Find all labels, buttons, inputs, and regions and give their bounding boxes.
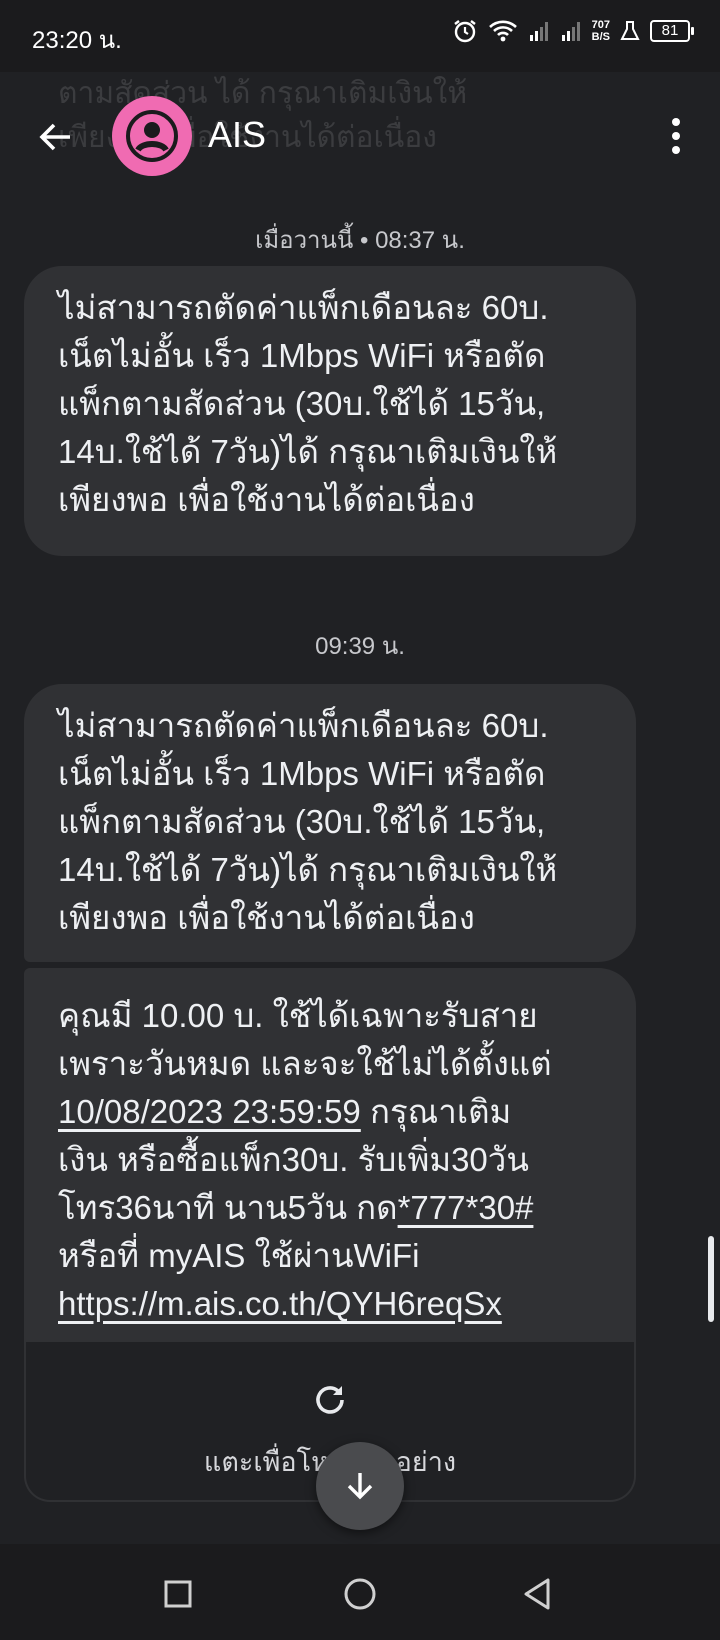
network-speed-value: 707	[591, 19, 610, 31]
timestamp: เมื่อวานนี้ • 08:37 น.	[255, 227, 465, 254]
message-text: โทร36นาที นาน5วัน กด	[58, 1189, 398, 1226]
message-line: เน็ตไม่อั้น เร็ว 1Mbps WiFi หรือตัด	[58, 755, 546, 792]
status-bar: 23:20 น. 707 B/S 81	[0, 0, 720, 72]
message-line: แพ็กตามสัดส่วน (30บ.ใช้ได้ 15วัน,	[58, 803, 546, 840]
scrollbar[interactable]	[708, 1236, 714, 1322]
ussd-link[interactable]: *777*30#	[398, 1189, 534, 1226]
signal-icon	[560, 20, 582, 42]
status-time: 23:20 น.	[32, 27, 122, 54]
more-vert-icon[interactable]	[660, 114, 692, 158]
message-line: 10/08/2023 23:59:59 กรุณาเติม	[58, 1088, 612, 1136]
message-line: 14บ.ใช้ได้ 7วัน)ได้ กรุณาเติมเงินให้	[58, 851, 558, 888]
message-text: กรุณาเติม	[360, 1093, 512, 1130]
arrow-down-icon	[347, 1473, 373, 1500]
message-line: หรือที่ myAIS ใช้ผ่านWiFi	[58, 1237, 420, 1274]
refresh-icon[interactable]	[312, 1382, 348, 1418]
message-line: เงิน หรือซื้อแพ็ก30บ. รับเพิ่ม30วัน	[58, 1141, 529, 1178]
timestamp: 09:39 น.	[315, 633, 405, 660]
wifi-icon	[488, 19, 518, 43]
person-icon	[126, 110, 178, 162]
message-bubble[interactable]: ไม่สามารถตัดค่าแพ็กเดือนละ 60บ. เน็ตไม่อ…	[24, 266, 636, 556]
date-link[interactable]: 10/08/2023 23:59:59	[58, 1093, 361, 1130]
message-bubble[interactable]: คุณมี 10.00 บ. ใช้ได้เฉพาะรับสาย เพราะวั…	[24, 968, 636, 1344]
network-speed: 707 B/S	[592, 19, 610, 43]
message-line: ไม่สามารถตัดค่าแพ็กเดือนละ 60บ.	[58, 289, 549, 326]
message-line: เน็ตไม่อั้น เร็ว 1Mbps WiFi หรือตัด	[58, 337, 546, 374]
back-triangle-icon[interactable]	[518, 1574, 558, 1614]
alarm-icon	[452, 18, 478, 44]
message-line: โทร36นาที นาน5วัน กด*777*30#	[58, 1184, 612, 1232]
message-line: ไม่สามารถตัดค่าแพ็กเดือนละ 60บ.	[58, 707, 549, 744]
message-line: แพ็กตามสัดส่วน (30บ.ใช้ได้ 15วัน,	[58, 385, 546, 422]
message-bubble[interactable]: ไม่สามารถตัดค่าแพ็กเดือนละ 60บ. เน็ตไม่อ…	[24, 684, 636, 962]
message-line: เพียงพอ เพื่อใช้งานได้ต่อเนื่อง	[58, 899, 475, 936]
back-arrow-icon[interactable]	[34, 115, 78, 159]
home-circle-icon[interactable]	[340, 1574, 380, 1614]
battery-icon: 81	[650, 20, 694, 42]
network-speed-unit: B/S	[591, 31, 610, 43]
url-link[interactable]: https://m.ais.co.th/QYH6reqSx	[58, 1285, 502, 1322]
lab-icon	[620, 20, 640, 42]
recents-square-icon[interactable]	[158, 1574, 198, 1614]
message-line: 14บ.ใช้ได้ 7วัน)ได้ กรุณาเติมเงินให้	[58, 433, 558, 470]
message-line: เพราะวันหมด และจะใช้ไม่ได้ตั้งแต่	[58, 1045, 552, 1082]
contact-name[interactable]: AIS	[208, 114, 266, 156]
scroll-down-button[interactable]	[316, 1442, 404, 1530]
message-line: เพียงพอ เพื่อใช้งานได้ต่อเนื่อง	[58, 481, 475, 518]
status-icons: 707 B/S 81	[452, 18, 694, 44]
signal-icon	[528, 20, 550, 42]
avatar[interactable]	[112, 96, 192, 176]
message-line: คุณมี 10.00 บ. ใช้ได้เฉพาะรับสาย	[58, 997, 538, 1034]
